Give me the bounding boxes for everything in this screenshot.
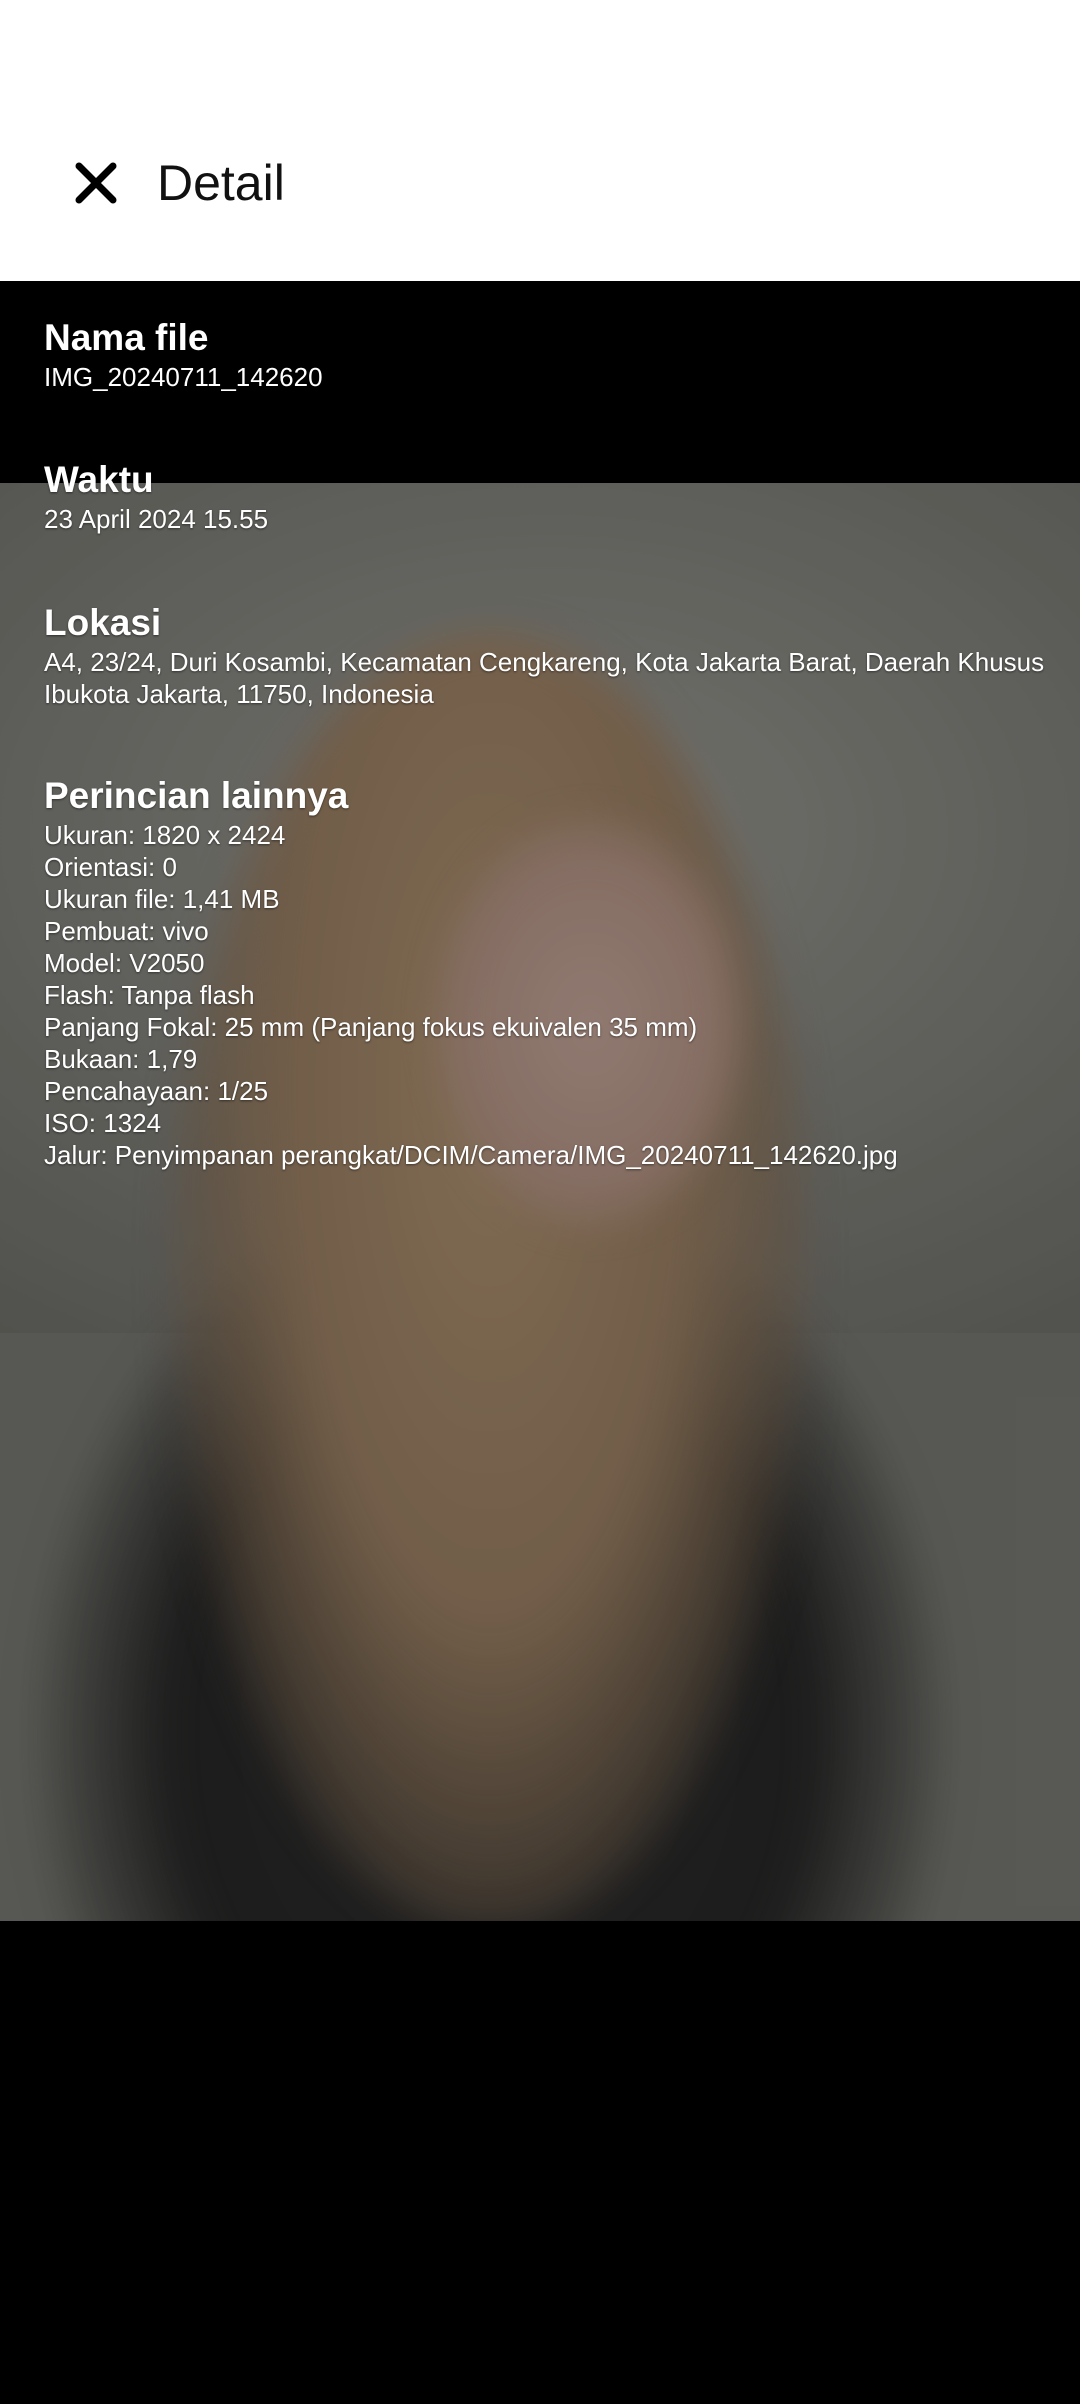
detail-file-size: Ukuran file: 1,41 MB xyxy=(44,884,280,914)
detail-screen: Detail Nama file IMG_20240711_142620 Wak… xyxy=(0,0,1080,2404)
top-app-bar: Detail xyxy=(0,0,1080,281)
file-name-label: Nama file xyxy=(44,317,209,358)
detail-aperture: Bukaan: 1,79 xyxy=(44,1044,198,1074)
location-section: Lokasi A4, 23/24, Duri Kosambi, Kecamata… xyxy=(44,600,1050,773)
location-value: A4, 23/24, Duri Kosambi, Kecamatan Cengk… xyxy=(44,647,1045,709)
page-title: Detail xyxy=(157,155,285,211)
detail-exposure: Pencahayaan: 1/25 xyxy=(44,1076,269,1106)
detail-maker: Pembuat: vivo xyxy=(44,916,209,946)
detail-iso: ISO: 1324 xyxy=(44,1108,162,1138)
location-label: Lokasi xyxy=(44,602,162,643)
close-icon xyxy=(75,162,117,204)
file-name-value: IMG_20240711_142620 xyxy=(44,362,323,392)
file-name-section: Nama file IMG_20240711_142620 xyxy=(44,315,1050,457)
detail-flash: Flash: Tanpa flash xyxy=(44,980,255,1010)
other-details-label: Perincian lainnya xyxy=(44,775,349,816)
time-value: 23 April 2024 15.55 xyxy=(44,504,269,534)
time-label: Waktu xyxy=(44,459,154,500)
detail-path: Jalur: Penyimpanan perangkat/DCIM/Camera… xyxy=(44,1140,898,1170)
other-details-section: Perincian lainnya Ukuran: 1820 x 2424 Or… xyxy=(44,773,1050,1171)
detail-focal-length: Panjang Fokal: 25 mm (Panjang fokus ekui… xyxy=(44,1012,698,1042)
detail-model: Model: V2050 xyxy=(44,948,205,978)
detail-size: Ukuran: 1820 x 2424 xyxy=(44,820,286,850)
detail-info-panel: Nama file IMG_20240711_142620 Waktu 23 A… xyxy=(44,315,1050,1219)
time-section: Waktu 23 April 2024 15.55 xyxy=(44,457,1050,600)
close-button[interactable] xyxy=(56,150,136,216)
detail-orientation: Orientasi: 0 xyxy=(44,852,177,882)
